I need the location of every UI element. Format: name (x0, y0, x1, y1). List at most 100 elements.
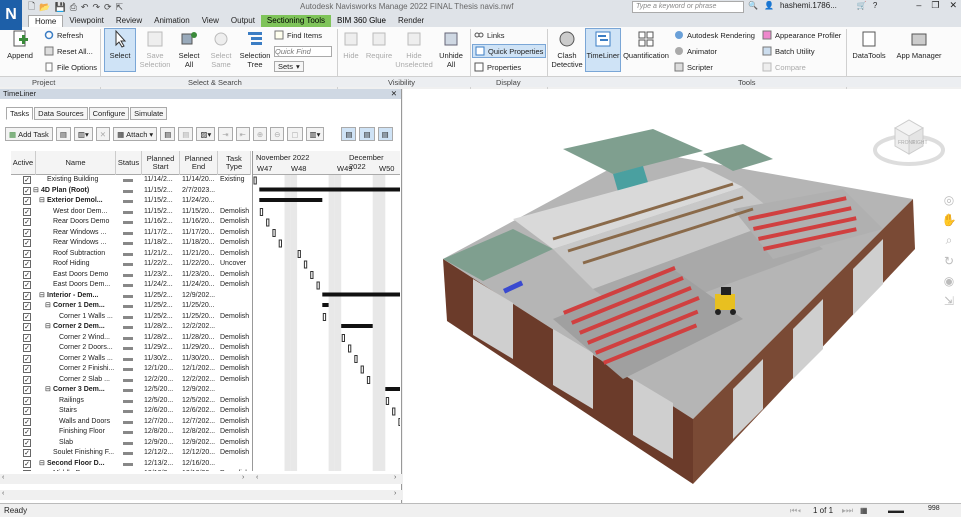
close-icon[interactable]: ✕ (949, 0, 957, 11)
horizontal-scrollbar[interactable]: ‹ › (0, 490, 402, 500)
user-area[interactable]: 🔍 👤 hashemi.1786... 🛒 ? (748, 1, 877, 10)
scroll-right-icon[interactable]: › (242, 474, 244, 481)
planned-start[interactable]: 11/22/2... (144, 259, 180, 270)
active-checkbox[interactable]: ✓ (23, 323, 31, 331)
gantt-task-bar[interactable] (316, 281, 320, 290)
planned-start[interactable]: 11/25/2... (144, 291, 180, 302)
planned-start[interactable]: 11/24/2... (144, 280, 180, 291)
task-name[interactable]: Soulet Finishing F... (53, 448, 116, 459)
task-name[interactable]: Rear Windows ... (53, 228, 116, 239)
cart-icon[interactable]: 🛒 (857, 1, 867, 10)
active-checkbox[interactable]: ✓ (23, 407, 31, 415)
tab-render[interactable]: Render (392, 15, 430, 27)
select-same-button[interactable]: Select Same (206, 29, 236, 69)
active-checkbox[interactable]: ✓ (23, 218, 31, 226)
planned-end[interactable]: 11/22/20... (182, 259, 218, 270)
gantt-task-bar[interactable] (341, 334, 345, 342)
gantt-bars[interactable] (253, 175, 400, 471)
task-name[interactable]: Roof Hiding (53, 259, 116, 270)
restore-icon[interactable]: ❐ (931, 0, 939, 11)
user-name[interactable]: hashemi.1786... (780, 1, 837, 10)
viewcube[interactable]: FRONT RIGHT (873, 114, 945, 168)
task-name[interactable]: Rear Windows ... (53, 238, 116, 249)
gantt-task-bar[interactable] (266, 218, 270, 227)
datatools-button[interactable]: DataTools (850, 29, 888, 60)
task-name[interactable]: Corner 2 Finishi... (59, 364, 116, 375)
col-status[interactable]: Status (116, 151, 142, 175)
tab-view[interactable]: View (196, 15, 225, 27)
gantt-summary-bar[interactable] (322, 303, 329, 307)
refresh-icon[interactable]: ⟳ (104, 2, 112, 13)
planned-start[interactable]: 12/2/20... (144, 375, 180, 386)
task-row[interactable]: ✓ Slab 12/9/20... 12/9/202... Demolish (11, 438, 251, 449)
active-checkbox[interactable]: ✓ (23, 228, 31, 237)
quick-find-input[interactable]: Quick Find (274, 46, 332, 57)
active-checkbox[interactable]: ✓ (23, 291, 31, 300)
task-type[interactable]: Demolish (220, 217, 251, 228)
planned-start[interactable]: 11/17/2... (144, 228, 180, 239)
planned-end[interactable]: 12/2/202... (182, 322, 218, 333)
planned-start[interactable]: 11/21/2... (144, 249, 180, 260)
group-visibility[interactable]: Visibility (388, 78, 415, 87)
task-type[interactable]: Demolish (220, 438, 251, 449)
active-checkbox[interactable]: ✓ (23, 459, 31, 468)
planned-end[interactable]: 12/9/202... (182, 385, 218, 396)
move-down-button[interactable]: ⊖ (270, 127, 285, 141)
pan-icon[interactable]: ✋ (942, 213, 957, 227)
active-checkbox[interactable]: ✓ (23, 239, 31, 247)
task-name[interactable]: Middle Doors n... (53, 469, 116, 471)
col-planned-start[interactable]: Planned Start (142, 151, 180, 175)
task-type[interactable]: Demolish (220, 312, 251, 323)
collapse-icon[interactable]: ⊟ (45, 385, 51, 396)
app-manager-button[interactable]: App Manager (892, 29, 946, 60)
sets-dropdown[interactable]: Sets ▾ (274, 61, 304, 72)
columns-button[interactable]: ▥▾ (305, 127, 325, 141)
planned-end[interactable]: 11/28/20... (182, 333, 218, 344)
quantification-button[interactable]: Quantification (622, 29, 670, 60)
task-type[interactable]: Demolish (220, 448, 251, 459)
planned-start[interactable]: 12/5/20... (144, 396, 180, 407)
group-display[interactable]: Display (496, 78, 521, 87)
hide-button[interactable]: Hide (340, 29, 362, 60)
planned-end[interactable]: 11/24/20... (182, 196, 218, 207)
planned-end[interactable]: 11/30/20... (182, 354, 218, 365)
orbit-icon[interactable]: ↻ (944, 254, 954, 268)
group-tools[interactable]: Tools (738, 78, 756, 87)
task-row[interactable]: ✓ Corner 2 Doors... 11/29/2... 11/29/20... D… (11, 343, 251, 354)
task-name[interactable]: Corner 2 Doors... (59, 343, 116, 354)
planned-start[interactable]: 11/30/2... (144, 354, 180, 365)
planned-start[interactable]: 11/14/2... (144, 175, 180, 186)
planned-start[interactable]: 11/15/2... (144, 207, 180, 218)
auto-add-button[interactable]: ▥▾ (73, 127, 93, 141)
planned-start[interactable]: 12/7/20... (144, 417, 180, 428)
task-row[interactable]: ✓ ⊟ Corner 2 Dem... 11/28/2... 12/2/202... (11, 322, 251, 333)
planned-end[interactable]: 11/18/20... (182, 238, 218, 249)
next-sheet-icon[interactable]: ▸⏭ (842, 506, 853, 516)
group-project[interactable]: Project (32, 78, 55, 87)
insert-task-button[interactable]: ▤ (55, 127, 71, 141)
task-type[interactable]: Demolish (220, 406, 251, 417)
unhide-all-button[interactable]: Unhide All (436, 29, 466, 69)
planned-start[interactable]: 11/28/2... (144, 333, 180, 344)
active-checkbox[interactable]: ✓ (23, 176, 31, 184)
active-checkbox[interactable]: ✓ (23, 449, 31, 457)
tab-review[interactable]: Review (110, 15, 148, 27)
filter-button[interactable]: ▨▾ (196, 127, 216, 141)
planned-start[interactable]: 12/8/20... (144, 427, 180, 438)
find-items-button[interactable]: Find Items (274, 30, 322, 40)
scripter-button[interactable]: Scripter (674, 62, 713, 72)
group-select-search[interactable]: Select & Search (188, 78, 242, 87)
task-row[interactable]: ✓ ⊟ Interior - Dem... 11/25/2... 12/9/202... (11, 291, 251, 302)
active-checkbox[interactable]: ✓ (23, 281, 31, 289)
task-name[interactable]: Stairs (59, 406, 116, 417)
delete-task-button[interactable]: ✕ (95, 127, 111, 141)
task-type[interactable]: Demolish (220, 228, 251, 239)
planned-end[interactable]: 12/9/202... (182, 291, 218, 302)
active-checkbox[interactable]: ✓ (23, 249, 31, 258)
gantt-summary-bar[interactable] (259, 198, 323, 202)
task-name[interactable]: Walls and Doors (59, 417, 116, 428)
task-name[interactable]: West door Dem... (53, 207, 116, 218)
collapse-icon[interactable]: ⊟ (45, 322, 51, 333)
task-type[interactable]: Demolish (220, 375, 251, 386)
task-name[interactable]: Rear Doors Demo (53, 217, 116, 228)
